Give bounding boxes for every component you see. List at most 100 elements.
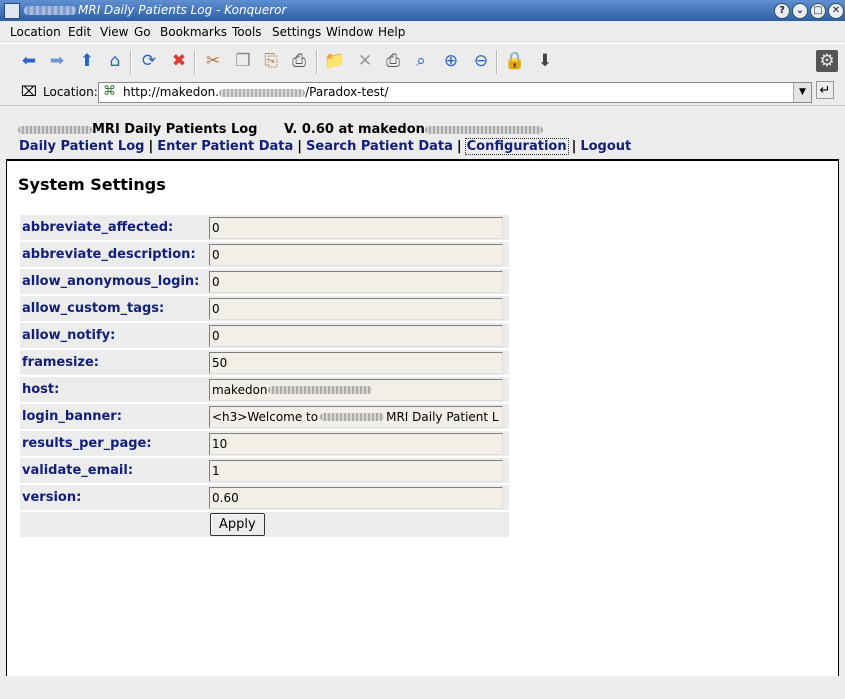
menu-settings[interactable]: Settings <box>272 25 321 39</box>
nav-search-patient-data[interactable]: Search Patient Data <box>305 139 454 154</box>
nav-enter-patient-data[interactable]: Enter Patient Data <box>156 139 294 154</box>
back-icon[interactable]: ⬅ <box>18 50 40 72</box>
print-icon[interactable]: ⎙ <box>288 50 310 72</box>
main-toolbar: ⬅ ➡ ⬆ ⌂ ⟳ ✖ ✂ ❐ ⎘ ⎙ 📁 ✕ ⎙ ⌕ ⊕ ⊖ 🔒 ⬇ ⚙ <box>0 43 845 81</box>
home-icon[interactable]: ⌂ <box>104 50 126 72</box>
setting-key: allow_custom_tags: <box>20 296 208 321</box>
nav-separator: | <box>456 139 462 154</box>
setting-value-input[interactable]: 10 <box>209 432 503 455</box>
page-content: System Settings abbreviate_affected: 0 a… <box>6 159 839 678</box>
zoom-out-icon[interactable]: ⊖ <box>470 50 492 72</box>
table-row: allow_notify: 0 <box>20 323 509 348</box>
setting-value-input[interactable]: 1 <box>209 459 503 482</box>
konqueror-gear-icon[interactable]: ⚙ <box>816 50 838 72</box>
nav-logout[interactable]: Logout <box>579 139 632 154</box>
menu-window[interactable]: Window <box>326 25 373 39</box>
setting-key: abbreviate_affected: <box>20 215 208 240</box>
setting-value-input[interactable]: 0 <box>209 324 503 347</box>
menu-location[interactable]: Location <box>10 25 61 39</box>
table-row: results_per_page: 10 <box>20 431 509 456</box>
apply-button[interactable]: Apply <box>210 513 265 536</box>
download-icon[interactable]: ⬇ <box>534 50 556 72</box>
table-row: validate_email: 1 <box>20 458 509 483</box>
setting-key: validate_email: <box>20 458 208 483</box>
cut-icon[interactable]: ✂ <box>202 50 224 72</box>
nav-separator: | <box>297 139 303 154</box>
page-header: MRI Daily Patients Log V. 0.60 at makedo… <box>6 107 839 159</box>
site-favicon-icon: ⌘ <box>103 84 116 99</box>
table-row: Apply <box>20 512 509 537</box>
redacted-text <box>424 125 543 134</box>
redacted-text <box>18 125 92 134</box>
table-row: host: makedon <box>20 377 509 402</box>
copy-icon[interactable]: ❐ <box>232 50 254 72</box>
help-window-button[interactable]: ? <box>774 3 790 19</box>
close-window-button[interactable]: ✕ <box>828 3 844 19</box>
setting-key: allow_anonymous_login: <box>20 269 208 294</box>
paste-icon[interactable]: ⎘ <box>260 50 282 72</box>
location-bar: ⌧ Location: ⌘ http://makedon./Paradox-te… <box>0 80 845 106</box>
location-dropdown-button[interactable]: ▼ <box>793 83 811 102</box>
up-icon[interactable]: ⬆ <box>76 50 98 72</box>
setting-value-input[interactable]: makedon <box>209 378 503 401</box>
table-row: allow_anonymous_login: 0 <box>20 269 509 294</box>
redacted-text <box>24 6 76 15</box>
zoom-in-icon[interactable]: ⊕ <box>440 50 462 72</box>
settings-table: abbreviate_affected: 0 abbreviate_descri… <box>20 213 509 539</box>
menu-bookmarks[interactable]: Bookmarks <box>160 25 227 39</box>
redacted-text <box>267 386 372 394</box>
menu-help[interactable]: Help <box>378 25 405 39</box>
setting-value-input[interactable]: 0 <box>209 270 503 293</box>
table-row: version: 0.60 <box>20 485 509 510</box>
table-row: framesize: 50 <box>20 350 509 375</box>
setting-value-input[interactable]: 50 <box>209 351 503 374</box>
setting-value-input[interactable]: 0 <box>209 243 503 266</box>
setting-key: allow_notify: <box>20 323 208 348</box>
new-folder-icon[interactable]: 📁 <box>324 50 346 72</box>
location-input[interactable]: ⌘ http://makedon./Paradox-test/ ▼ <box>98 82 812 103</box>
redacted-text <box>219 88 306 97</box>
setting-key: host: <box>20 377 208 402</box>
nav-links: Daily Patient Log | Enter Patient Data | Sea… <box>18 138 632 155</box>
setting-value-input[interactable]: 0 <box>209 297 503 320</box>
go-icon[interactable]: ↵ <box>816 81 834 99</box>
menu-go[interactable]: Go <box>134 25 151 39</box>
menu-tools[interactable]: Tools <box>232 25 262 39</box>
setting-key: results_per_page: <box>20 431 208 456</box>
setting-value-input[interactable]: 0.60 <box>209 486 503 509</box>
setting-value-input[interactable]: 0 <box>209 216 503 239</box>
redacted-text <box>320 413 385 421</box>
location-label: Location: <box>43 85 98 99</box>
app-brand: MRI Daily Patients Log V. 0.60 at makedo… <box>18 122 543 137</box>
menu-edit[interactable]: Edit <box>68 25 91 39</box>
setting-value-input[interactable]: <h3>Welcome to MRI Daily Patient L <box>209 405 503 428</box>
maximize-window-button[interactable]: □ <box>810 3 826 19</box>
reload-icon[interactable]: ⟳ <box>138 50 160 72</box>
stop-icon[interactable]: ✖ <box>168 50 190 72</box>
print-preview-icon[interactable]: ⎙ <box>382 50 404 72</box>
nav-separator: | <box>148 139 154 154</box>
zoom-fit-icon[interactable]: ⌕ <box>410 50 432 72</box>
menu-bar: Location Edit View Go Bookmarks Tools Se… <box>0 21 845 43</box>
nav-daily-patient-log[interactable]: Daily Patient Log <box>18 139 145 154</box>
nav-separator: | <box>571 139 577 154</box>
setting-key: version: <box>20 485 208 510</box>
table-row: abbreviate_affected: 0 <box>20 215 509 240</box>
setting-key: login_banner: <box>20 404 208 429</box>
nav-configuration[interactable]: Configuration <box>464 138 569 155</box>
page-title: System Settings <box>18 175 166 194</box>
menu-view[interactable]: View <box>100 25 128 39</box>
setting-key: abbreviate_description: <box>20 242 208 267</box>
clear-location-icon[interactable]: ⌧ <box>18 81 40 103</box>
minimize-window-button[interactable]: ⌄ <box>792 3 808 19</box>
konqueror-app-icon[interactable] <box>4 3 20 19</box>
table-row: login_banner: <h3>Welcome to MRI Daily Pa… <box>20 404 509 429</box>
status-bar <box>0 676 845 699</box>
setting-key: framesize: <box>20 350 208 375</box>
delete-icon[interactable]: ✕ <box>354 50 376 72</box>
table-row: abbreviate_description: 0 <box>20 242 509 267</box>
forward-icon[interactable]: ➡ <box>46 50 68 72</box>
window-titlebar: MRI Daily Patients Log - Konqueror ? ⌄ □… <box>0 0 845 21</box>
table-row: allow_custom_tags: 0 <box>20 296 509 321</box>
security-lock-icon[interactable]: 🔒 <box>504 50 526 72</box>
